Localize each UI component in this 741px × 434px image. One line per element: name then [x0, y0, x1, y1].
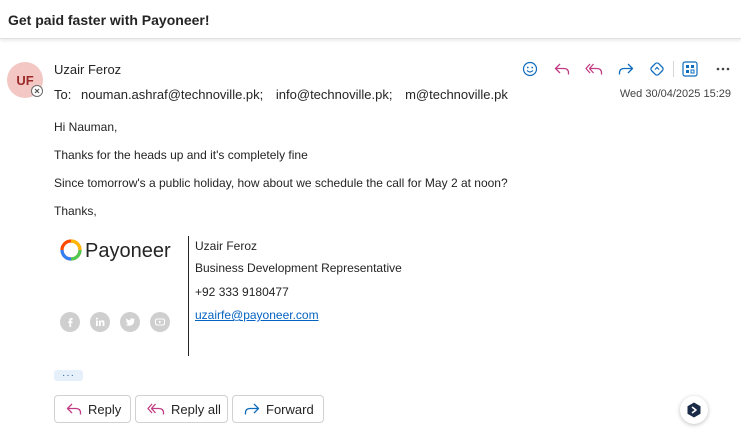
signature-divider — [188, 236, 189, 356]
reply-all-icon[interactable] — [582, 58, 606, 80]
reply-icon[interactable] — [550, 58, 574, 80]
recipients-line: To: nouman.ashraf@technoville.pk; info@t… — [54, 87, 517, 102]
twitter-icon[interactable] — [120, 312, 140, 332]
recipient[interactable]: m@technoville.pk — [405, 87, 508, 102]
reply-button[interactable]: Reply — [54, 395, 131, 423]
youtube-icon[interactable] — [150, 312, 170, 332]
recipient[interactable]: info@technoville.pk; — [276, 87, 393, 102]
reply-button-label: Reply — [88, 401, 122, 417]
forward-icon — [244, 403, 260, 415]
email-subject: Get paid faster with Payoneer! — [8, 12, 210, 28]
presence-offline-icon — [31, 85, 43, 97]
signature-email[interactable]: uzairfe@payoneer.com — [195, 308, 319, 322]
copilot-icon — [687, 402, 701, 418]
body-line: Thanks for the heads up and it's complet… — [54, 148, 308, 162]
to-label: To: — [54, 87, 72, 102]
body-line: Hi Nauman, — [54, 120, 118, 134]
body-line: Thanks, — [54, 204, 97, 218]
signature-email-link[interactable]: uzairfe@payoneer.com — [195, 308, 319, 322]
forward-button[interactable]: Forward — [232, 395, 324, 423]
reply-all-button-label: Reply all — [171, 401, 221, 417]
reply-icon — [66, 403, 82, 415]
payoneer-logo: Payoneer — [60, 237, 176, 268]
toolbar-divider — [673, 61, 674, 77]
forward-button-label: Forward — [266, 401, 314, 417]
forward-icon[interactable] — [614, 58, 638, 80]
recipient[interactable]: nouman.ashraf@technoville.pk; — [81, 87, 263, 102]
signature-name: Uzair Feroz — [195, 239, 258, 253]
sent-date: Wed 30/04/2025 15:29 — [619, 88, 731, 100]
apps-icon[interactable] — [678, 58, 702, 80]
body-line: Since tomorrow's a public holiday, how a… — [54, 176, 508, 190]
facebook-icon[interactable] — [60, 312, 80, 332]
show-more-button[interactable]: ··· — [54, 370, 83, 381]
signature-phone: +92 333 9180477 — [195, 285, 289, 299]
reply-all-icon — [147, 403, 165, 415]
copilot-icon[interactable] — [645, 58, 669, 80]
emoji-icon[interactable] — [518, 58, 542, 80]
subject-bar: Get paid faster with Payoneer! — [0, 0, 741, 39]
sender-name[interactable]: Uzair Feroz — [54, 62, 121, 77]
avatar-initials: UF — [16, 72, 34, 88]
copilot-assistant-button[interactable] — [680, 396, 708, 424]
reply-all-button[interactable]: Reply all — [135, 395, 228, 423]
more-icon[interactable] — [711, 58, 735, 80]
logo-wordmark: Payoneer — [85, 240, 171, 262]
signature-title: Business Development Representative — [195, 261, 402, 275]
linkedin-icon[interactable] — [90, 312, 110, 332]
